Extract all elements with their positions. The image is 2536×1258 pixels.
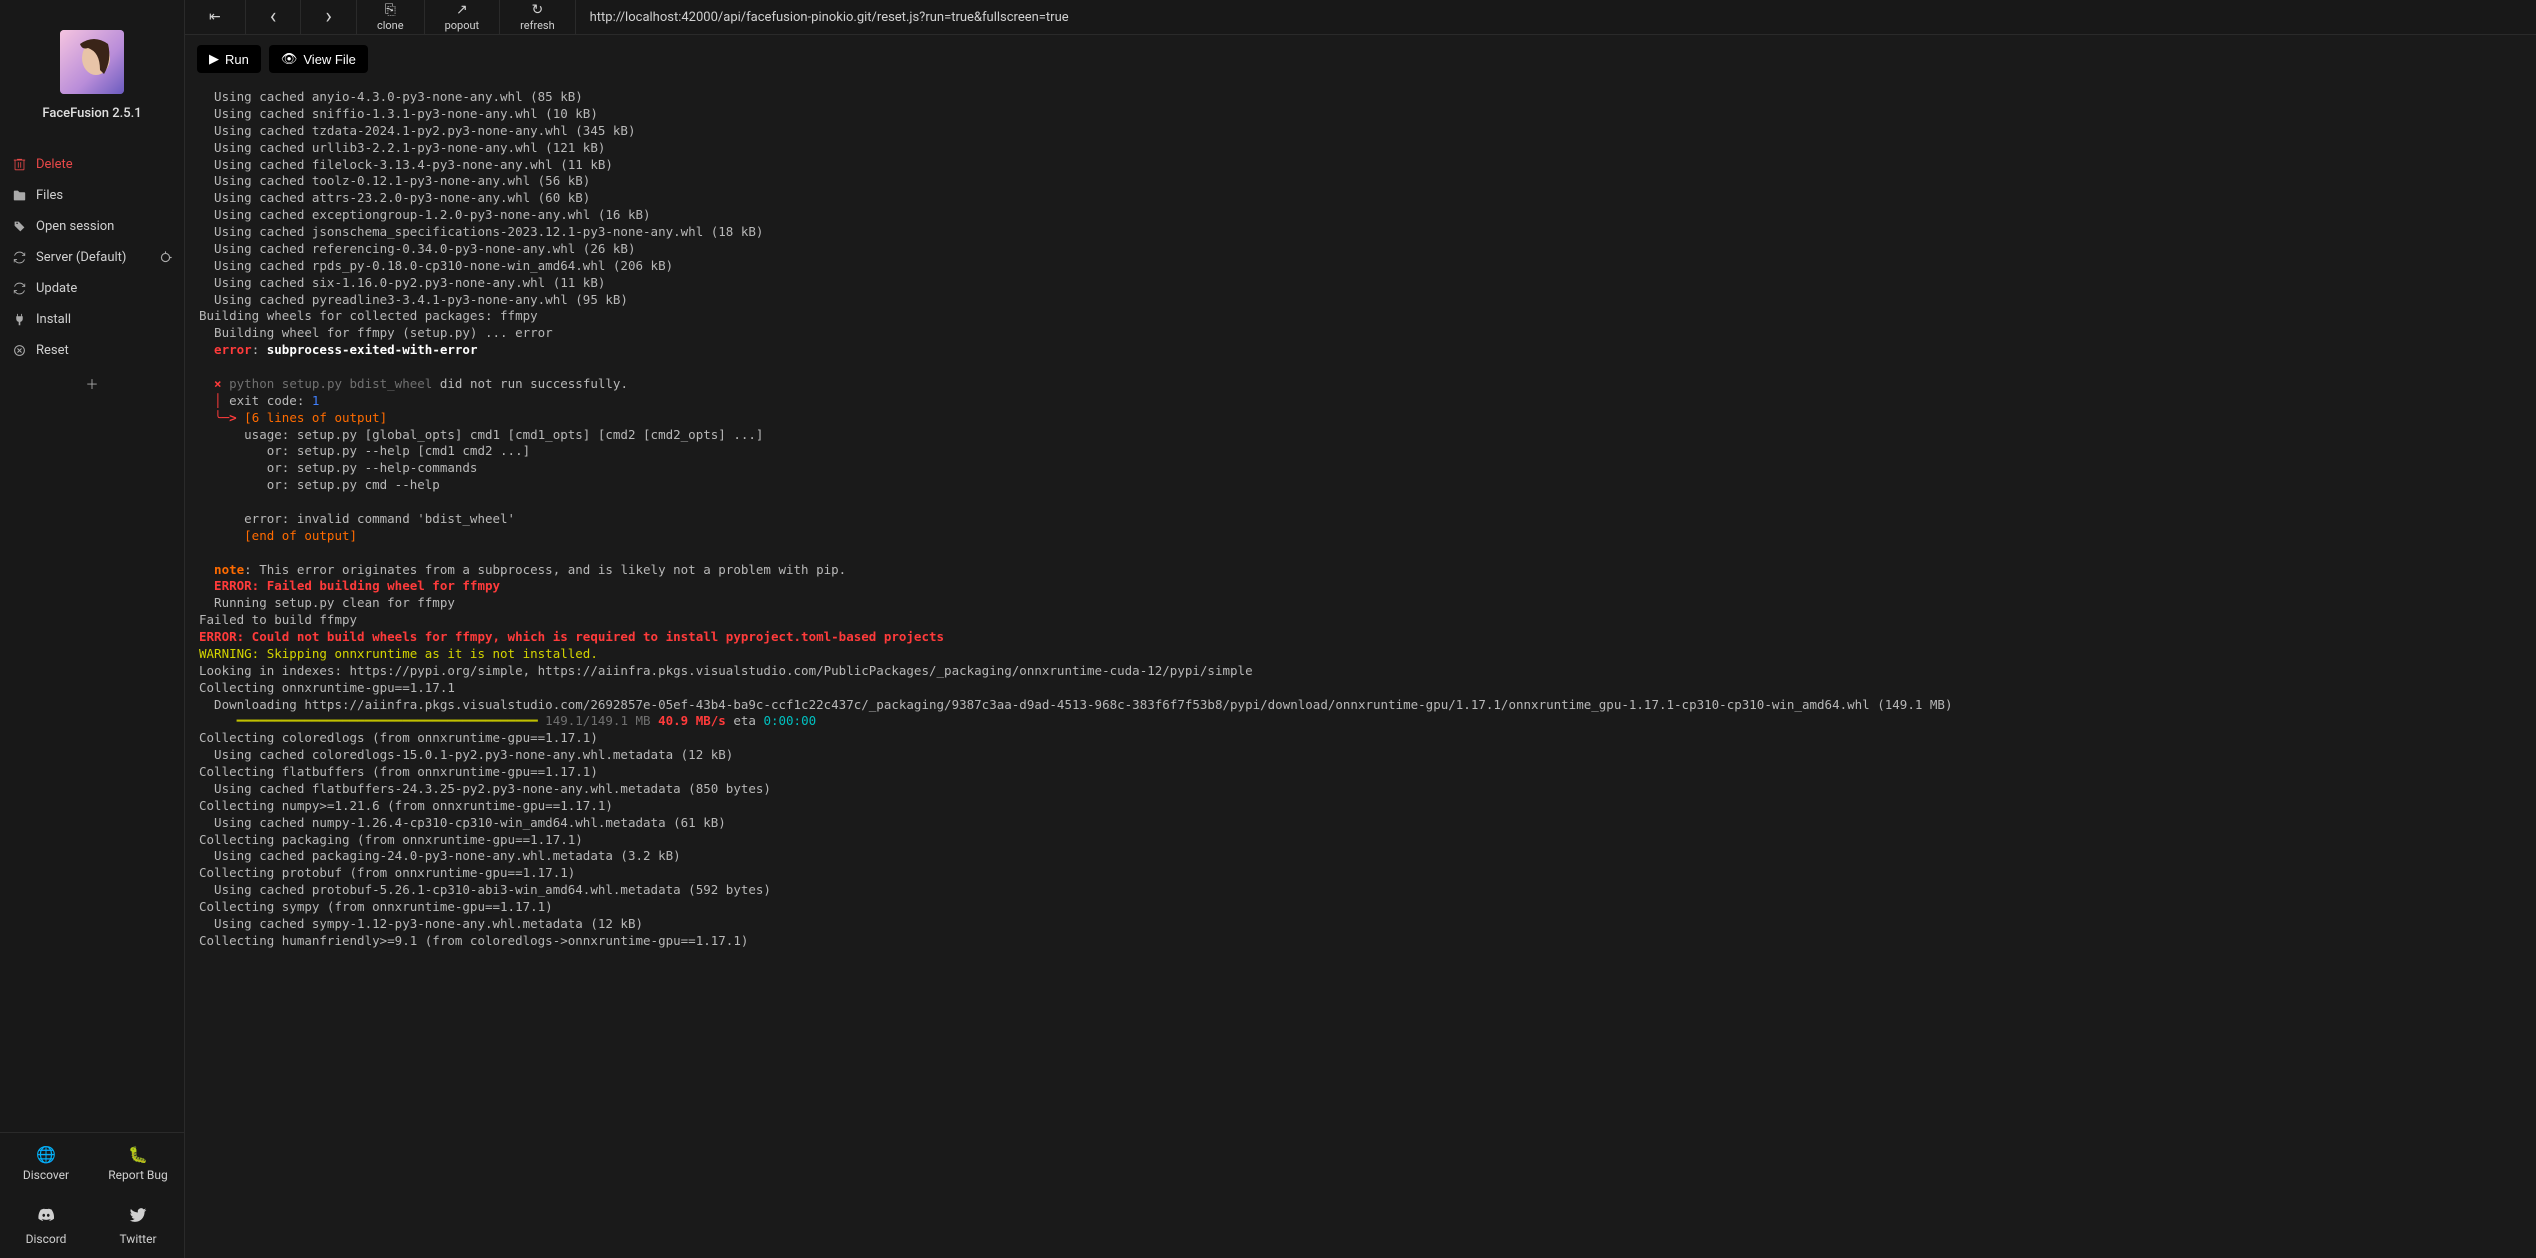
run-label: Run	[225, 52, 249, 67]
chevron-left-icon: ‹	[270, 6, 277, 28]
run-button[interactable]: ▶ Run	[197, 45, 261, 73]
bug-icon: 🐛	[128, 1145, 148, 1164]
app-avatar	[60, 30, 124, 94]
toolbar-exit-button[interactable]: ⇤	[185, 0, 246, 34]
sidebar-item-open-session[interactable]: Open session	[0, 211, 184, 242]
view-file-button[interactable]: 👁 View File	[269, 45, 368, 73]
toolbar-clone-button[interactable]: ⎘ clone	[357, 0, 425, 34]
bottom-item-report-bug[interactable]: 🐛 Report Bug	[92, 1133, 184, 1194]
plug-icon	[12, 313, 26, 326]
sidebar-menu: Delete Files Open session Server (Defaul…	[0, 149, 184, 1132]
url-bar[interactable]: http://localhost:42000/api/facefusion-pi…	[576, 10, 2536, 25]
sidebar-item-label: Open session	[36, 219, 114, 234]
folder-icon	[12, 189, 26, 202]
refresh-icon[interactable]	[158, 251, 172, 264]
sidebar-item-label: Reset	[36, 343, 69, 358]
sidebar-item-install[interactable]: Install	[0, 304, 184, 335]
discord-icon	[37, 1206, 55, 1228]
sidebar-item-label: Server (Default)	[36, 250, 126, 265]
bottom-item-label: Report Bug	[108, 1168, 167, 1182]
view-file-label: View File	[303, 52, 356, 67]
toolbar-label: clone	[377, 19, 404, 32]
trash-icon	[12, 158, 26, 171]
sidebar-item-files[interactable]: Files	[0, 180, 184, 211]
sidebar-item-update[interactable]: Update	[0, 273, 184, 304]
plus-icon: ＋	[85, 374, 98, 393]
sync-icon	[12, 282, 26, 295]
bottom-item-twitter[interactable]: Twitter	[92, 1194, 184, 1258]
toolbar-label: refresh	[520, 19, 554, 32]
terminal-output[interactable]: Using cached anyio-4.3.0-py3-none-any.wh…	[185, 83, 2536, 1258]
sync-icon	[12, 251, 26, 264]
bottom-item-label: Twitter	[119, 1232, 156, 1246]
sidebar-item-label: Delete	[36, 157, 73, 172]
sidebar-item-label: Files	[36, 188, 63, 203]
toolbar-label: popout	[445, 19, 480, 32]
toolbar-back-button[interactable]: ‹	[246, 0, 302, 34]
toolbar-refresh-button[interactable]: ↻ refresh	[500, 0, 575, 34]
sidebar-item-label: Install	[36, 312, 71, 327]
bottom-item-label: Discord	[26, 1232, 67, 1246]
sidebar: FaceFusion 2.5.1 Delete Files Open sessi…	[0, 0, 185, 1258]
sidebar-item-server[interactable]: Server (Default)	[0, 242, 184, 273]
bottom-item-discover[interactable]: 🌐 Discover	[0, 1133, 92, 1194]
bottom-item-discord[interactable]: Discord	[0, 1194, 92, 1258]
chevron-right-icon: ›	[325, 6, 332, 28]
tag-icon	[12, 220, 26, 233]
main-panel: ⇤ ‹ › ⎘ clone ↗ popout ↻ refresh http://loc…	[185, 0, 2536, 1258]
toolbar-popout-button[interactable]: ↗ popout	[425, 0, 501, 34]
sidebar-add-button[interactable]: ＋	[0, 366, 184, 401]
play-icon: ▶	[209, 51, 219, 67]
globe-icon: 🌐	[36, 1145, 56, 1164]
sidebar-bottom: 🌐 Discover 🐛 Report Bug Discord Twitter	[0, 1132, 184, 1258]
sidebar-item-label: Update	[36, 281, 77, 296]
x-circle-icon	[12, 344, 26, 357]
refresh-icon: ↻	[532, 3, 544, 17]
popout-icon: ↗	[456, 3, 468, 17]
toolbar: ⇤ ‹ › ⎘ clone ↗ popout ↻ refresh http://loc…	[185, 0, 2536, 35]
clone-icon: ⎘	[385, 3, 396, 17]
sidebar-item-delete[interactable]: Delete	[0, 149, 184, 180]
toolbar-forward-button[interactable]: ›	[301, 0, 357, 34]
action-bar: ▶ Run 👁 View File	[185, 35, 2536, 83]
app-title: FaceFusion 2.5.1	[42, 106, 141, 121]
exit-icon: ⇤	[209, 10, 221, 24]
app-header: FaceFusion 2.5.1	[0, 0, 184, 133]
sidebar-item-reset[interactable]: Reset	[0, 335, 184, 366]
bottom-item-label: Discover	[23, 1168, 69, 1182]
eye-icon: 👁	[281, 51, 298, 67]
twitter-icon	[129, 1206, 147, 1228]
